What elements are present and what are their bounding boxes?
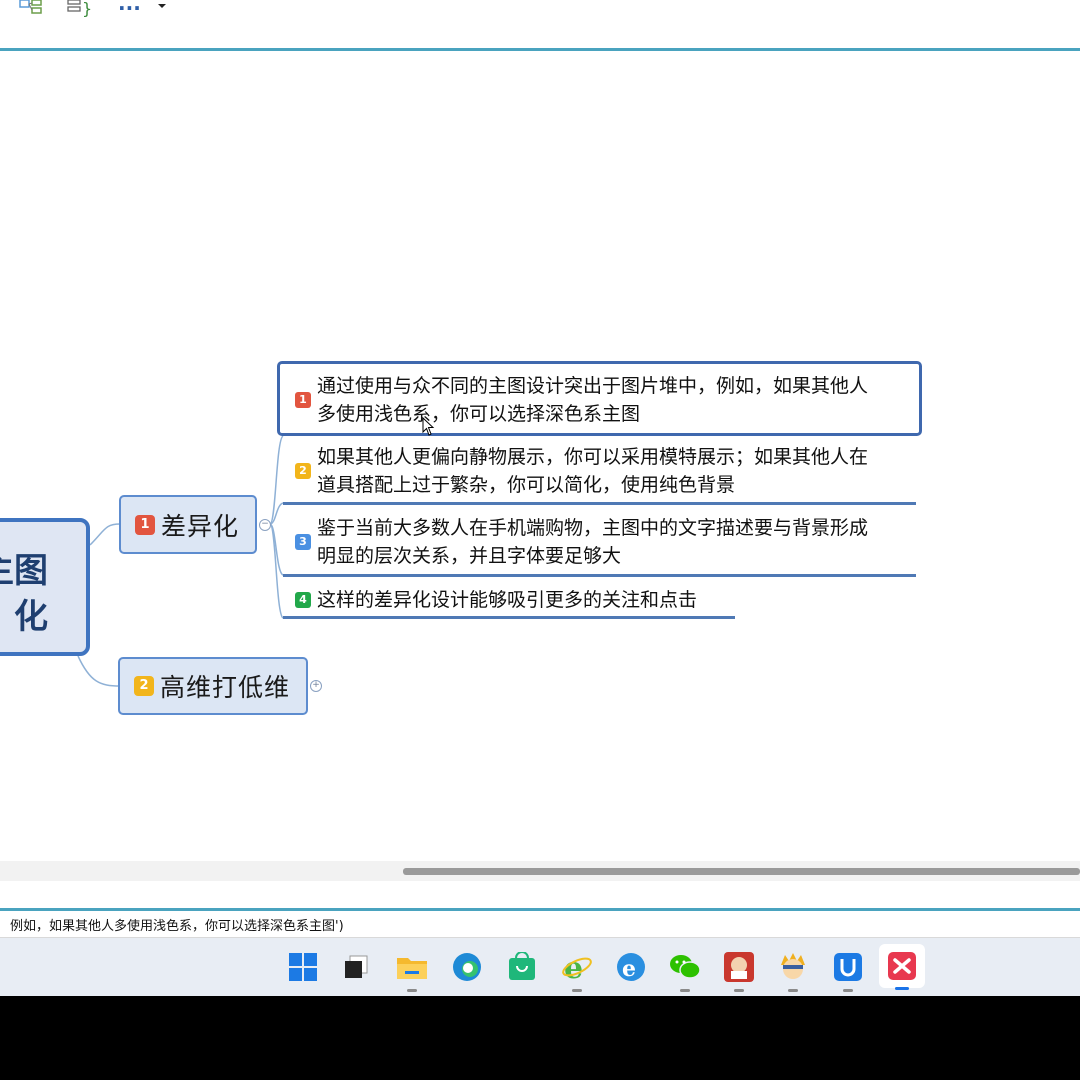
app-window: } ··· 主图 化 1 差异化 − 2 高维打低维 + 1 — [0, 0, 1080, 996]
ie-green-icon[interactable]: e — [560, 950, 594, 992]
subtopic-line-2: 明显的层次关系，并且字体要足够大 — [317, 545, 622, 567]
subtopic-2[interactable]: 2 如果其他人更偏向静物展示，你可以采用模特展示；如果其他人在 道具搭配上过于繁… — [283, 443, 903, 499]
app-avatar-icon[interactable] — [776, 950, 810, 992]
subtopic-3[interactable]: 3 鉴于当前大多数人在手机端购物，主图中的文字描述要与背景形成 明显的层次关系，… — [283, 514, 903, 570]
edge-icon[interactable] — [450, 950, 484, 984]
subtopic-text: 这样的差异化设计能够吸引更多的关注和点击 — [317, 586, 697, 614]
running-indicator — [843, 989, 853, 992]
branch-topic-differentiation[interactable]: 1 差异化 — [119, 495, 257, 554]
collapse-toggle-icon[interactable]: − — [259, 519, 271, 531]
subtopic-text: 鉴于当前大多数人在手机端购物，主图中的文字描述要与背景形成 明显的层次关系，并且… — [317, 514, 868, 570]
central-topic-line-2: 化 — [14, 597, 48, 637]
subtopic-line-1: 通过使用与众不同的主图设计突出于图片堆中，例如，如果其他人 — [317, 375, 869, 397]
priority-1-icon: 1 — [135, 514, 155, 535]
taskbar: e e — [0, 938, 1080, 996]
start-icon[interactable] — [286, 950, 320, 984]
subtopic-line-2: 道具搭配上过于繁杂，你可以简化，使用纯色背景 — [317, 474, 736, 496]
branch-label: 高维打低维 — [160, 673, 291, 702]
priority-2-icon: 2 — [134, 676, 154, 696]
running-indicator — [572, 989, 582, 992]
priority-1-icon: 1 — [295, 392, 311, 408]
active-indicator — [895, 987, 909, 990]
subtopic-underline — [283, 502, 916, 505]
priority-3-icon: 3 — [295, 534, 311, 550]
subtopic-4[interactable]: 4 这样的差异化设计能够吸引更多的关注和点击 — [283, 586, 733, 614]
file-explorer-icon[interactable] — [395, 950, 429, 992]
horizontal-scroll-thumb[interactable] — [403, 868, 1080, 875]
branch-label: 差异化 — [161, 511, 240, 541]
subtopic-line-1: 这样的差异化设计能够吸引更多的关注和点击 — [317, 589, 698, 611]
wechat-icon[interactable] — [668, 950, 702, 992]
subtopic-line-1: 鉴于当前大多数人在手机端购物，主图中的文字描述要与背景形成 — [317, 517, 869, 539]
app-blue-icon[interactable] — [831, 950, 865, 992]
subtopic-text: 通过使用与众不同的主图设计突出于图片堆中，例如，如果其他人 多使用浅色系，你可以… — [317, 372, 868, 428]
central-topic[interactable]: 主图 化 — [0, 518, 90, 656]
subtopic-underline — [283, 616, 735, 619]
status-text: 例如，如果其他人多使用浅色系，你可以选择深色系主图') — [10, 919, 344, 934]
subtopic-line-2: 多使用浅色系，你可以选择深色系主图 — [317, 403, 641, 425]
subtopic-text: 如果其他人更偏向静物展示，你可以采用模特展示；如果其他人在 道具搭配上过于繁杂，… — [317, 443, 868, 499]
expand-toggle-icon[interactable]: + — [310, 680, 322, 692]
app-red-icon[interactable] — [722, 950, 756, 992]
subtopic-underline — [283, 574, 916, 577]
running-indicator — [734, 989, 744, 992]
svg-text:e: e — [622, 956, 636, 982]
xmind-icon[interactable] — [879, 944, 925, 990]
priority-2-icon: 2 — [295, 463, 311, 479]
ie-blue-icon[interactable]: e — [614, 950, 648, 984]
mouse-cursor-icon — [422, 417, 435, 436]
running-indicator — [407, 989, 417, 992]
subtopic-1[interactable]: 1 通过使用与众不同的主图设计突出于图片堆中，例如，如果其他人 多使用浅色系，你… — [283, 372, 903, 428]
central-topic-text: 主图 化 — [0, 548, 48, 640]
store-icon[interactable] — [505, 950, 539, 984]
priority-4-icon: 4 — [295, 592, 311, 608]
subtopic-line-1: 如果其他人更偏向静物展示，你可以采用模特展示；如果其他人在 — [317, 446, 869, 468]
running-indicator — [788, 989, 798, 992]
status-bar: 例如，如果其他人多使用浅色系，你可以选择深色系主图') — [0, 911, 1080, 938]
branch-topic-high-dimension[interactable]: 2 高维打低维 — [118, 657, 308, 715]
task-view-icon[interactable] — [339, 950, 373, 984]
running-indicator — [680, 989, 690, 992]
central-topic-line-1: 主图 — [0, 551, 48, 591]
